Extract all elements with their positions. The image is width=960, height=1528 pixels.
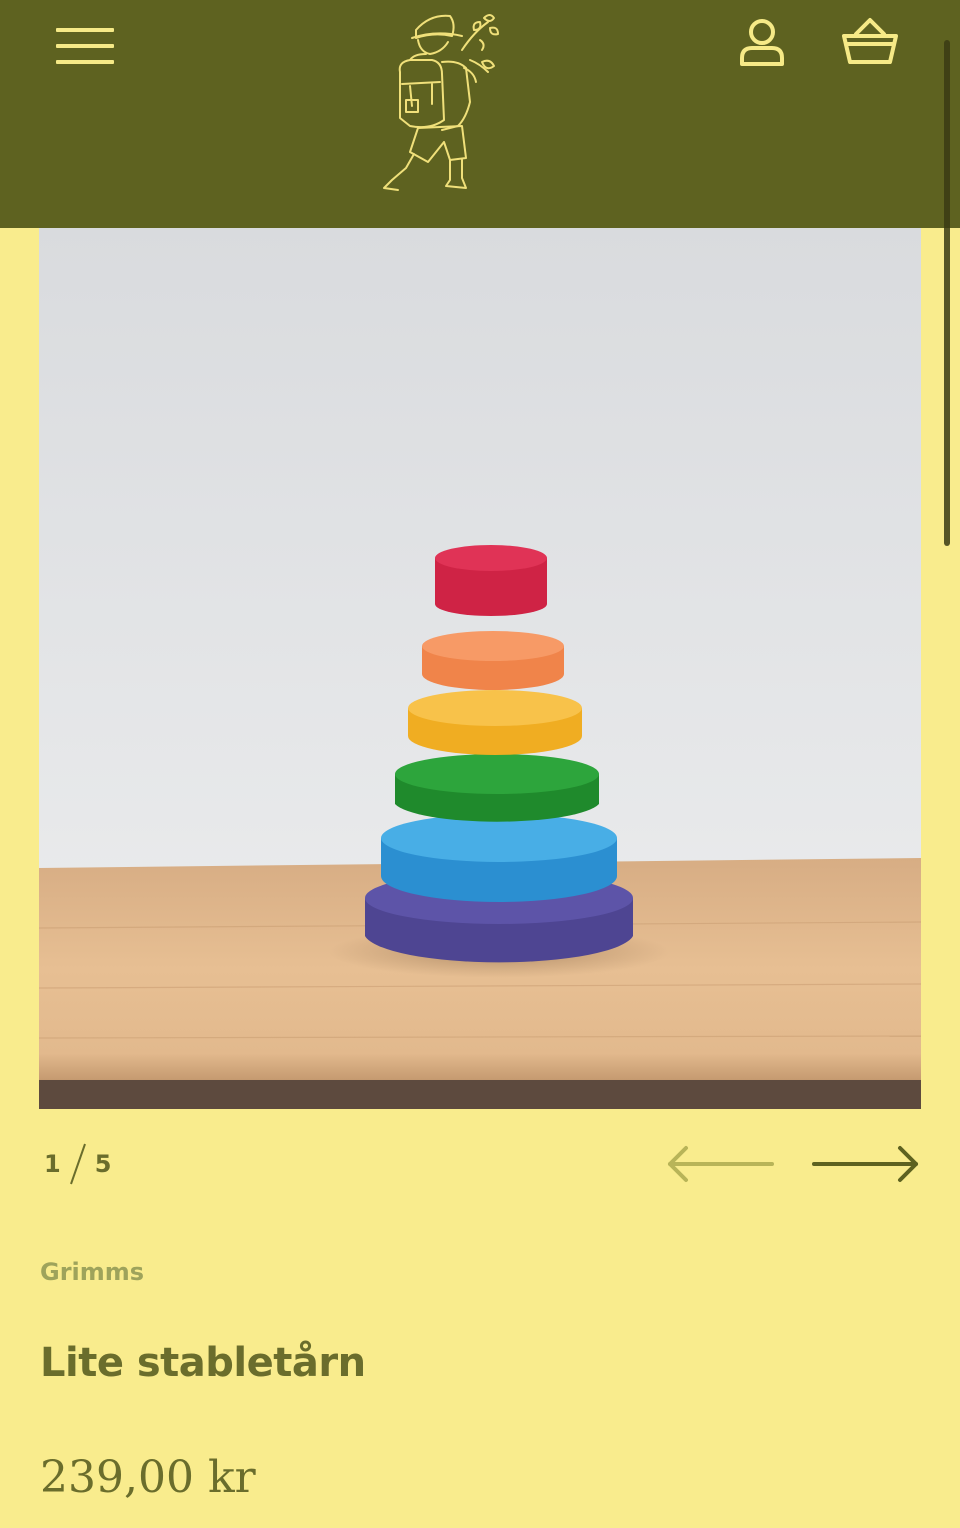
gallery-current-index: 1	[44, 1150, 61, 1178]
gallery-total-count: 5	[94, 1150, 112, 1178]
product-title: Lite stabletårn	[40, 1340, 366, 1386]
hiker-logo-icon[interactable]	[370, 2, 520, 198]
product-photo[interactable]	[39, 228, 921, 1109]
gallery-counter: 1 5	[44, 1142, 111, 1186]
shopping-basket-icon[interactable]	[836, 14, 904, 74]
arrow-left-icon[interactable]	[664, 1140, 776, 1188]
slash-separator-icon	[69, 1143, 86, 1185]
arrow-right-icon[interactable]	[810, 1140, 922, 1188]
product-brand[interactable]: Grimms	[40, 1258, 144, 1286]
user-account-icon[interactable]	[732, 16, 792, 74]
hamburger-menu-icon[interactable]	[50, 22, 122, 70]
site-header	[0, 0, 960, 546]
product-price: 239,00 kr	[40, 1452, 256, 1503]
page-scrollbar[interactable]	[944, 40, 950, 546]
